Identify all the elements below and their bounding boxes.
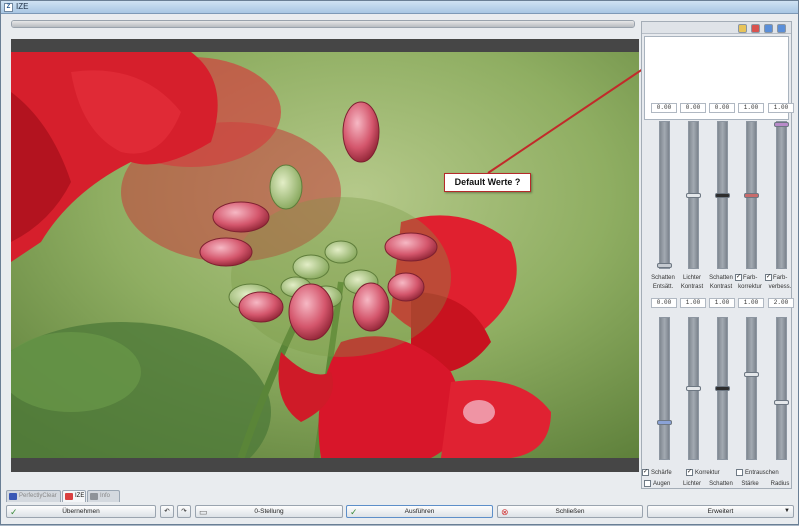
run-label: Ausführen bbox=[404, 508, 435, 515]
tab-2[interactable]: Info bbox=[87, 490, 120, 502]
tab-bar: PerfectlyClear IZE Info bbox=[6, 490, 793, 502]
lower_sliders-slider-thumb-1[interactable] bbox=[686, 386, 701, 391]
image-bottom-strip bbox=[11, 458, 639, 472]
upper_sliders-value-4[interactable]: 1.00 bbox=[768, 103, 794, 113]
upper_sliders-value-1[interactable]: 0.00 bbox=[680, 103, 706, 113]
upper_sliders-slider-thumb-0[interactable] bbox=[657, 263, 672, 268]
upper_sliders-slider-thumb-2[interactable] bbox=[715, 193, 730, 198]
lower_sliders-slider-thumb-4[interactable] bbox=[774, 400, 789, 405]
upper_sliders-slider-0[interactable] bbox=[657, 121, 672, 269]
lower-row1-checkbox-0[interactable]: ✓ bbox=[642, 469, 649, 476]
preset-toolbar bbox=[642, 22, 791, 34]
app-icon: Z bbox=[4, 3, 13, 12]
upper_sliders-slider-3[interactable] bbox=[744, 121, 759, 269]
lower_sliders-slider-1[interactable] bbox=[686, 317, 701, 460]
checkmark-icon: ✓ bbox=[10, 507, 18, 517]
extended-label: Erweitert bbox=[707, 508, 734, 515]
upper_sliders-slider-2[interactable] bbox=[715, 121, 730, 269]
image-preview-frame bbox=[11, 39, 639, 472]
annotation-callout: Default Werte ? bbox=[444, 173, 531, 192]
lower_sliders-slider-4[interactable] bbox=[774, 317, 789, 460]
lower_sliders-slider-thumb-3[interactable] bbox=[744, 372, 759, 377]
lower-row2-label-4: Radius bbox=[770, 481, 790, 487]
lower_sliders-slider-thumb-0[interactable] bbox=[657, 420, 672, 425]
lower_sliders-slider-3[interactable] bbox=[744, 317, 759, 460]
folder-open-icon bbox=[739, 25, 746, 32]
image-top-strip bbox=[11, 39, 639, 52]
zero-position-label: 0-Stellung bbox=[254, 508, 284, 515]
redo-icon: ↷ bbox=[181, 508, 187, 515]
close-button[interactable]: ⊗ Schließen bbox=[497, 505, 643, 518]
lower_sliders-slider-2[interactable] bbox=[715, 317, 730, 460]
tab-0[interactable]: PerfectlyClear bbox=[6, 490, 61, 502]
lower-row1-checkbox-1[interactable]: ✓ bbox=[686, 469, 693, 476]
app-window: Z IZE Default Werte ? 0.00 0.00 0.00 1.0… bbox=[0, 0, 799, 525]
lower-row2-label-3: Stärke bbox=[741, 481, 759, 487]
apply-button[interactable]: ✓ Übernehmen bbox=[6, 505, 156, 518]
lower-row1-label-0: Schärfe bbox=[651, 470, 672, 476]
upper_sliders-slider-thumb-1[interactable] bbox=[686, 193, 701, 198]
lower_sliders-value-4[interactable]: 2.00 bbox=[768, 298, 794, 308]
lower_sliders-slider-0[interactable] bbox=[657, 317, 672, 460]
zero-position-button[interactable]: ▭ 0-Stellung bbox=[195, 505, 343, 518]
lower_sliders-value-1[interactable]: 1.00 bbox=[680, 298, 706, 308]
lower-row1-checkbox-2[interactable] bbox=[736, 469, 743, 476]
upper-checkbox-4[interactable]: ✓ bbox=[765, 274, 772, 281]
lower_sliders-slider-thumb-2[interactable] bbox=[715, 386, 730, 391]
title-bar[interactable]: Z IZE bbox=[1, 1, 798, 14]
arrow-up-button[interactable] bbox=[764, 24, 773, 33]
arrow-down-button[interactable] bbox=[777, 24, 786, 33]
undo-button[interactable]: ↶ bbox=[160, 505, 174, 518]
lower_sliders-value-2[interactable]: 1.00 bbox=[709, 298, 735, 308]
tab-1-label: IZE bbox=[75, 493, 85, 499]
upper-label-bottom-3: korrektur bbox=[738, 284, 762, 290]
lower-row1-label-2: Entrauschen bbox=[745, 470, 779, 476]
redo-button[interactable]: ↷ bbox=[177, 505, 191, 518]
tab-2-icon bbox=[90, 493, 98, 500]
upper_sliders-slider-thumb-3[interactable] bbox=[744, 193, 759, 198]
lower-row2-checkbox-0[interactable] bbox=[644, 480, 651, 487]
progress-bar bbox=[11, 20, 635, 28]
preview-photo[interactable] bbox=[11, 52, 639, 458]
settings-panel: 0.00 0.00 0.00 1.00 1.00 Schatten Entsätt. Lich… bbox=[641, 21, 794, 489]
tab-2-label: Info bbox=[100, 493, 111, 499]
reset-icon: ▭ bbox=[199, 507, 208, 517]
tab-0-label: PerfectlyClear bbox=[19, 493, 57, 499]
upper_sliders-slider-1[interactable] bbox=[686, 121, 701, 269]
upper_sliders-value-0[interactable]: 0.00 bbox=[651, 103, 677, 113]
upper-label-bottom-4: verbess. bbox=[768, 284, 792, 290]
upper-checkbox-3[interactable]: ✓ bbox=[735, 274, 742, 281]
tab-1[interactable]: IZE bbox=[62, 490, 86, 502]
lower_sliders-value-3[interactable]: 1.00 bbox=[738, 298, 764, 308]
chevron-down-icon: ▼ bbox=[784, 508, 790, 514]
upper_sliders-slider-4[interactable] bbox=[774, 121, 789, 269]
lower_sliders-value-0[interactable]: 0.00 bbox=[651, 298, 677, 308]
upper-label-top-4: Farb- bbox=[773, 275, 788, 281]
upper_sliders-slider-thumb-4[interactable] bbox=[774, 122, 789, 127]
progress-fill bbox=[12, 21, 634, 27]
apply-label: Übernehmen bbox=[62, 508, 100, 515]
upper_sliders-value-3[interactable]: 1.00 bbox=[738, 103, 764, 113]
delete-icon bbox=[752, 25, 759, 32]
tab-0-icon bbox=[9, 493, 17, 500]
upper-label-top-2: Schatten bbox=[709, 275, 733, 281]
arrow-down-icon bbox=[778, 25, 785, 32]
bottom-toolbar: ✓ Übernehmen ↶ ↷ ▭ 0-Stellung ✓ Ausführe… bbox=[4, 505, 796, 521]
close-label: Schließen bbox=[555, 508, 585, 515]
arrow-up-icon bbox=[765, 25, 772, 32]
extended-dropdown[interactable]: Erweitert ▼ bbox=[647, 505, 794, 518]
tab-1-icon bbox=[65, 493, 73, 500]
run-icon: ✓ bbox=[350, 507, 358, 517]
delete-button[interactable] bbox=[751, 24, 760, 33]
run-button[interactable]: ✓ Ausführen bbox=[346, 505, 493, 518]
close-icon: ⊗ bbox=[501, 507, 509, 517]
window-title: IZE bbox=[16, 2, 29, 11]
folder-open-button[interactable] bbox=[738, 24, 747, 33]
upper_sliders-value-2[interactable]: 0.00 bbox=[709, 103, 735, 113]
undo-icon: ↶ bbox=[164, 508, 170, 515]
